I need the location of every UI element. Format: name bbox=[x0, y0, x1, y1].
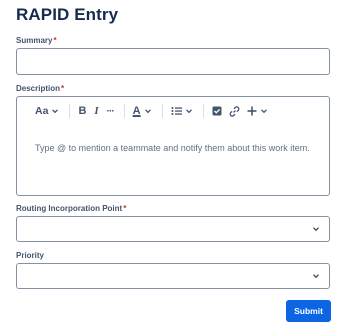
bullet-list-button[interactable] bbox=[171, 106, 193, 116]
routing-label: Routing Incorporation Point* bbox=[16, 204, 127, 213]
description-editor[interactable]: Aa B I ··· A Type @ to mention a teammat… bbox=[16, 96, 330, 196]
required-marker: * bbox=[53, 36, 57, 45]
priority-select[interactable] bbox=[16, 263, 330, 289]
required-marker: * bbox=[61, 84, 65, 93]
chevron-down-icon bbox=[52, 109, 59, 114]
toolbar-divider bbox=[69, 104, 71, 118]
required-marker: * bbox=[123, 204, 127, 213]
bullet-list-icon bbox=[171, 107, 182, 115]
text-style-button[interactable]: Aa bbox=[35, 105, 59, 117]
chevron-down-icon bbox=[313, 274, 319, 279]
bold-button[interactable]: B bbox=[78, 105, 86, 117]
chevron-down-icon bbox=[313, 227, 319, 232]
priority-label: Priority bbox=[16, 251, 45, 260]
chevron-down-icon bbox=[144, 109, 151, 114]
text-color-button[interactable]: A bbox=[133, 105, 152, 117]
submit-button[interactable]: Submit bbox=[286, 300, 331, 322]
toolbar-divider bbox=[202, 104, 204, 118]
summary-input[interactable] bbox=[16, 48, 330, 75]
link-icon bbox=[229, 105, 240, 117]
routing-select[interactable] bbox=[16, 216, 330, 242]
italic-button[interactable]: I bbox=[94, 105, 98, 117]
toolbar-divider bbox=[161, 104, 163, 118]
checkbox-icon bbox=[212, 106, 222, 116]
plus-icon bbox=[247, 106, 257, 116]
more-formatting-button[interactable]: ··· bbox=[107, 106, 115, 117]
description-placeholder: Type @ to mention a teammate and notify … bbox=[35, 143, 310, 153]
action-item-button[interactable] bbox=[212, 106, 222, 116]
link-button[interactable] bbox=[229, 105, 240, 117]
editor-toolbar: Aa B I ··· A bbox=[17, 97, 329, 125]
chevron-down-icon bbox=[260, 109, 267, 114]
summary-label: Summary* bbox=[16, 36, 57, 45]
description-label: Description* bbox=[16, 84, 65, 93]
form-title: RAPID Entry bbox=[16, 5, 119, 24]
toolbar-divider bbox=[123, 104, 125, 118]
insert-button[interactable] bbox=[247, 106, 268, 116]
chevron-down-icon bbox=[185, 109, 192, 114]
